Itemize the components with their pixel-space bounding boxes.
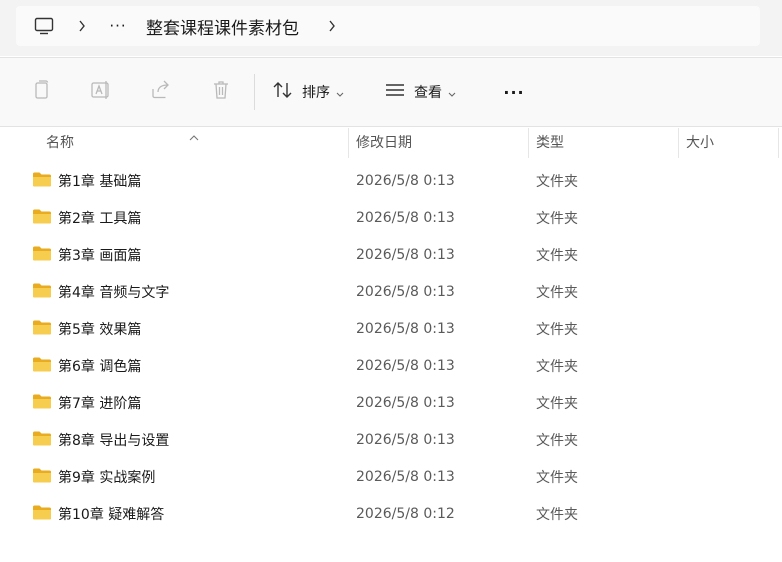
breadcrumb-overflow-button[interactable]: ··· bbox=[104, 12, 132, 40]
breadcrumb-current-folder[interactable]: 整套课程课件素材包 bbox=[146, 12, 299, 40]
column-divider[interactable] bbox=[528, 128, 529, 158]
file-name[interactable]: 第5章 效果篇 bbox=[58, 319, 141, 339]
file-name-cell: 第1章 基础篇 bbox=[32, 162, 141, 199]
file-name-cell: 第8章 导出与设置 bbox=[32, 421, 169, 458]
file-name[interactable]: 第10章 疑难解答 bbox=[58, 504, 164, 524]
file-name[interactable]: 第7章 进阶篇 bbox=[58, 393, 141, 413]
column-header-name[interactable]: 名称 bbox=[46, 126, 74, 158]
folder-icon bbox=[32, 356, 52, 376]
file-name-cell: 第5章 效果篇 bbox=[32, 310, 141, 347]
file-modified: 2026/5/8 0:13 bbox=[356, 209, 455, 226]
column-header-row: 名称 修改日期 类型 大小 bbox=[0, 126, 782, 158]
file-name-cell: 第6章 调色篇 bbox=[32, 347, 141, 384]
chevron-right-icon[interactable] bbox=[322, 14, 342, 38]
command-bar: 排序 查看 ··· bbox=[0, 57, 782, 127]
sort-icon bbox=[272, 80, 294, 104]
share-button[interactable] bbox=[144, 72, 178, 112]
file-row[interactable]: 第9章 实战案例 2026/5/8 0:13 文件夹 bbox=[28, 458, 768, 495]
column-header-type[interactable]: 类型 bbox=[536, 126, 564, 158]
rename-icon bbox=[90, 80, 112, 104]
file-row[interactable]: 第8章 导出与设置 2026/5/8 0:13 文件夹 bbox=[28, 421, 768, 458]
toolbar-divider bbox=[254, 74, 255, 110]
column-divider[interactable] bbox=[778, 128, 779, 158]
folder-icon bbox=[32, 282, 52, 302]
file-modified: 2026/5/8 0:13 bbox=[356, 468, 455, 485]
file-row[interactable]: 第10章 疑难解答 2026/5/8 0:12 文件夹 bbox=[28, 495, 768, 532]
file-row[interactable]: 第4章 音频与文字 2026/5/8 0:13 文件夹 bbox=[28, 273, 768, 310]
folder-icon bbox=[32, 208, 52, 228]
file-name[interactable]: 第6章 调色篇 bbox=[58, 356, 141, 376]
file-modified: 2026/5/8 0:13 bbox=[356, 320, 455, 337]
file-name[interactable]: 第1章 基础篇 bbox=[58, 171, 141, 191]
share-icon bbox=[150, 80, 172, 104]
folder-icon bbox=[32, 319, 52, 339]
view-label: 查看 bbox=[414, 85, 442, 101]
file-name-cell: 第7章 进阶篇 bbox=[32, 384, 141, 421]
copy-button[interactable] bbox=[24, 72, 58, 112]
folder-icon bbox=[32, 171, 52, 191]
file-type: 文件夹 bbox=[536, 210, 578, 227]
file-name[interactable]: 第8章 导出与设置 bbox=[58, 430, 169, 450]
file-name-cell: 第2章 工具篇 bbox=[32, 199, 141, 236]
file-type: 文件夹 bbox=[536, 173, 578, 190]
folder-icon bbox=[32, 245, 52, 265]
more-options-button[interactable]: ··· bbox=[496, 72, 532, 112]
column-header-modified[interactable]: 修改日期 bbox=[356, 126, 412, 158]
delete-button[interactable] bbox=[204, 72, 238, 112]
file-name-cell: 第3章 画面篇 bbox=[32, 236, 141, 273]
file-row[interactable]: 第5章 效果篇 2026/5/8 0:13 文件夹 bbox=[28, 310, 768, 347]
file-type: 文件夹 bbox=[536, 506, 578, 523]
chevron-right-icon[interactable] bbox=[72, 14, 92, 38]
column-divider[interactable] bbox=[348, 128, 349, 158]
view-button[interactable]: 查看 bbox=[384, 72, 456, 112]
list-view-icon bbox=[384, 82, 406, 102]
file-modified: 2026/5/8 0:13 bbox=[356, 283, 455, 300]
sort-ascending-icon bbox=[189, 126, 199, 145]
chevron-down-icon bbox=[336, 83, 344, 102]
sort-button[interactable]: 排序 bbox=[272, 72, 344, 112]
sort-label: 排序 bbox=[302, 85, 330, 101]
file-type: 文件夹 bbox=[536, 432, 578, 449]
file-row[interactable]: 第7章 进阶篇 2026/5/8 0:13 文件夹 bbox=[28, 384, 768, 421]
file-type: 文件夹 bbox=[536, 395, 578, 412]
folder-icon bbox=[32, 504, 52, 524]
column-header-size[interactable]: 大小 bbox=[686, 126, 714, 158]
file-type: 文件夹 bbox=[536, 321, 578, 338]
file-modified: 2026/5/8 0:13 bbox=[356, 431, 455, 448]
address-area: ··· 整套课程课件素材包 bbox=[0, 0, 782, 56]
file-name-cell: 第4章 音频与文字 bbox=[32, 273, 169, 310]
folder-icon bbox=[32, 430, 52, 450]
file-type: 文件夹 bbox=[536, 247, 578, 264]
file-modified: 2026/5/8 0:13 bbox=[356, 357, 455, 374]
trash-icon bbox=[211, 79, 231, 105]
file-modified: 2026/5/8 0:13 bbox=[356, 246, 455, 263]
file-modified: 2026/5/8 0:13 bbox=[356, 394, 455, 411]
file-name[interactable]: 第4章 音频与文字 bbox=[58, 282, 169, 302]
rename-button[interactable] bbox=[84, 72, 118, 112]
file-modified: 2026/5/8 0:12 bbox=[356, 505, 455, 522]
file-row[interactable]: 第6章 调色篇 2026/5/8 0:13 文件夹 bbox=[28, 347, 768, 384]
file-row[interactable]: 第3章 画面篇 2026/5/8 0:13 文件夹 bbox=[28, 236, 768, 273]
file-name[interactable]: 第9章 实战案例 bbox=[58, 467, 155, 487]
file-name-cell: 第9章 实战案例 bbox=[32, 458, 155, 495]
file-type: 文件夹 bbox=[536, 469, 578, 486]
computer-icon[interactable] bbox=[30, 12, 58, 40]
file-name[interactable]: 第2章 工具篇 bbox=[58, 208, 141, 228]
column-divider[interactable] bbox=[678, 128, 679, 158]
file-row[interactable]: 第1章 基础篇 2026/5/8 0:13 文件夹 bbox=[28, 162, 768, 199]
file-row[interactable]: 第2章 工具篇 2026/5/8 0:13 文件夹 bbox=[28, 199, 768, 236]
copy-icon bbox=[31, 79, 51, 105]
file-type: 文件夹 bbox=[536, 284, 578, 301]
file-modified: 2026/5/8 0:13 bbox=[356, 172, 455, 189]
file-type: 文件夹 bbox=[536, 358, 578, 375]
folder-icon bbox=[32, 393, 52, 413]
folder-icon bbox=[32, 467, 52, 487]
file-name-cell: 第10章 疑难解答 bbox=[32, 495, 164, 532]
chevron-down-icon bbox=[448, 83, 456, 102]
file-name[interactable]: 第3章 画面篇 bbox=[58, 245, 141, 265]
